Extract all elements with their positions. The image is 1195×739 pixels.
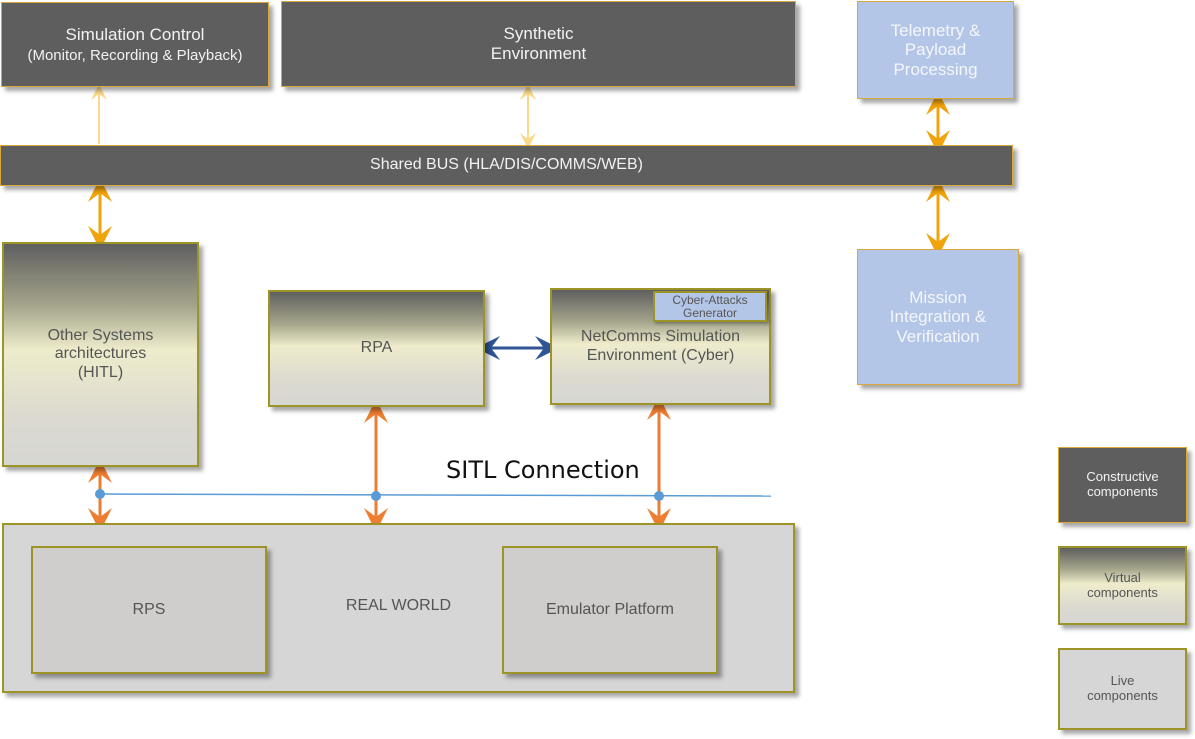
legend-label: components — [1087, 484, 1158, 499]
block-title: RPA — [360, 339, 393, 357]
simulation-control-block: Simulation Control (Monitor, Recording &… — [1, 2, 269, 87]
telemetry-payload-block: Telemetry & Payload Processing — [857, 1, 1014, 99]
block-title: architectures — [54, 345, 147, 363]
sitl-node — [95, 489, 105, 499]
sitl-line — [99, 493, 772, 497]
rpa-block: RPA — [268, 290, 485, 407]
legend-label: components — [1087, 688, 1158, 703]
block-title: Environment — [490, 44, 587, 63]
block-title: Payload — [904, 40, 967, 60]
block-title: Generator — [682, 305, 738, 320]
block-subtitle: (Monitor, Recording & Playback) — [27, 46, 243, 64]
block-title: (HITL) — [77, 363, 124, 381]
block-title: Processing — [893, 59, 978, 79]
block-title: Telemetry & — [890, 20, 981, 40]
legend-label: Constructive — [1086, 469, 1159, 485]
block-title: Integration & — [889, 307, 987, 327]
shared-bus-block: Shared BUS (HLA/DIS/COMMS/WEB) — [0, 145, 1013, 186]
legend-label: Virtual — [1104, 569, 1141, 585]
block-title: Emulator Platform — [545, 600, 675, 618]
cyber-attacks-generator-block: Cyber-Attacks Generator — [653, 291, 767, 322]
rps-block: RPS — [31, 546, 267, 674]
block-title: NetComms Simulation — [580, 328, 741, 346]
sitl-connection-label: SITL Connection — [446, 456, 640, 484]
block-title: Other Systems — [47, 326, 154, 344]
legend-constructive: Constructive components — [1058, 447, 1187, 523]
legend-label: components — [1087, 584, 1158, 600]
block-title: Cyber-Attacks — [672, 292, 748, 307]
legend-live: Live components — [1058, 648, 1187, 730]
emulator-platform-block: Emulator Platform — [502, 546, 718, 674]
block-title: Synthetic — [503, 24, 574, 44]
block-title: Mission — [909, 287, 967, 307]
synthetic-environment-block: Synthetic Environment — [281, 1, 796, 87]
other-systems-block: Other Systems architectures (HITL) — [2, 242, 199, 467]
block-title: Environment (Cyber) — [586, 346, 735, 364]
mission-integration-block: Mission Integration & Verification — [857, 249, 1019, 385]
sitl-node — [371, 491, 381, 501]
bus-label: Shared BUS (HLA/DIS/COMMS/WEB) — [370, 156, 643, 174]
block-title: REAL WORLD — [345, 596, 452, 614]
block-title: Verification — [896, 326, 980, 346]
block-title: RPS — [132, 600, 166, 618]
sitl-node — [654, 491, 664, 501]
block-title: Simulation Control — [65, 25, 205, 45]
legend-label: Live — [1110, 673, 1135, 689]
legend-virtual: Virtual components — [1058, 546, 1187, 625]
